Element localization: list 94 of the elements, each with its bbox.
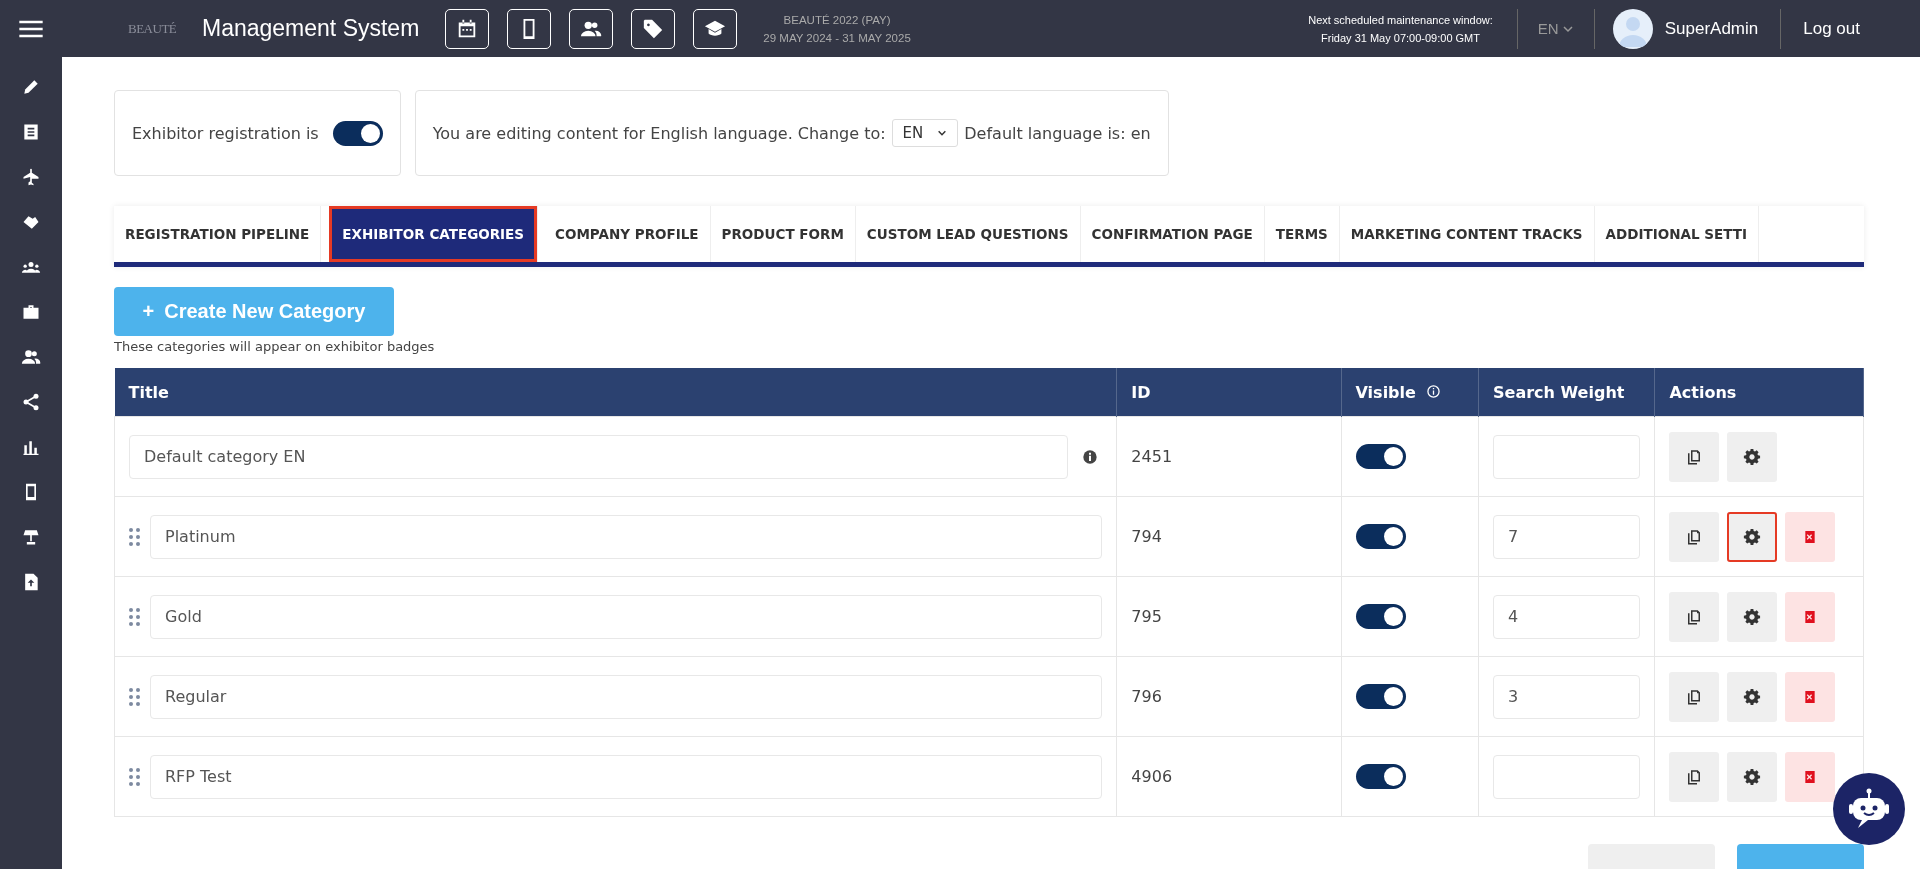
weight-input[interactable]: 7 bbox=[1493, 514, 1641, 559]
table-cell: 4906 bbox=[1116, 736, 1341, 817]
sidebar-item[interactable] bbox=[21, 527, 41, 547]
visible-toggle[interactable] bbox=[1355, 604, 1406, 629]
tab[interactable]: MARKETING CONTENT TRACKS bbox=[1339, 206, 1595, 262]
chevron-icon bbox=[937, 128, 948, 138]
event-name: BEAUTÉ 2022 (PAY) bbox=[782, 12, 892, 28]
language-dropdown[interactable]: EN bbox=[1517, 20, 1594, 37]
visible-toggle[interactable] bbox=[1355, 444, 1406, 469]
weight-input[interactable]: 4 bbox=[1493, 594, 1641, 639]
avatar-icon[interactable] bbox=[1612, 8, 1653, 49]
tab[interactable]: COMPANY PROFILE bbox=[544, 206, 711, 262]
delete-button[interactable] bbox=[1785, 511, 1836, 562]
title-input[interactable]: Gold bbox=[150, 594, 1103, 639]
caption: These categories will appear on exhibitor badges bbox=[114, 339, 436, 354]
users-icon bbox=[21, 347, 41, 367]
tab[interactable]: TERMS bbox=[1264, 206, 1340, 262]
settings-icon bbox=[1743, 687, 1762, 706]
title-input[interactable]: Default category EN bbox=[129, 434, 1069, 479]
sidebar-item[interactable] bbox=[21, 167, 41, 187]
tag-icon bbox=[642, 17, 665, 40]
tab[interactable]: EXHIBITOR CATEGORIES bbox=[329, 206, 539, 262]
visible-toggle[interactable] bbox=[1355, 684, 1406, 709]
tab[interactable]: PRODUCT FORM bbox=[710, 206, 856, 262]
tab[interactable]: REGISTRATION PIPELINE bbox=[114, 206, 322, 262]
visible-toggle[interactable] bbox=[1355, 764, 1406, 789]
briefcase-icon bbox=[21, 302, 41, 322]
settings-icon bbox=[1743, 607, 1762, 626]
event-dates: 29 MAY 2024 - 31 MAY 2025 bbox=[763, 30, 911, 46]
toolbar-button[interactable] bbox=[693, 8, 738, 49]
delete-button[interactable] bbox=[1785, 591, 1836, 642]
toolbar-button[interactable] bbox=[631, 8, 676, 49]
settings-icon bbox=[1743, 527, 1762, 546]
copy-button[interactable] bbox=[1669, 671, 1720, 722]
settings-icon bbox=[1743, 447, 1762, 466]
title-input[interactable]: Platinum bbox=[150, 514, 1103, 559]
table-cell: 796 bbox=[1116, 656, 1341, 737]
share-icon bbox=[21, 392, 41, 412]
title-input[interactable]: Regular bbox=[150, 674, 1103, 719]
user-name[interactable]: SuperAdmin bbox=[1664, 18, 1759, 39]
sidebar-item[interactable] bbox=[21, 122, 41, 142]
delete-button[interactable] bbox=[1785, 671, 1836, 722]
copy-button[interactable] bbox=[1669, 511, 1720, 562]
drag-handle-icon[interactable] bbox=[129, 767, 140, 786]
column-header: ID bbox=[1116, 368, 1341, 417]
toolbar-button[interactable] bbox=[569, 8, 614, 49]
tab[interactable]: CUSTOM LEAD QUESTIONS bbox=[855, 206, 1081, 262]
settings-button[interactable] bbox=[1727, 511, 1778, 562]
sidebar-item[interactable] bbox=[21, 77, 41, 97]
table-cell: 795 bbox=[1116, 576, 1341, 657]
column-header: Title bbox=[114, 368, 1117, 417]
column-header: Visible bbox=[1341, 368, 1479, 417]
title-input[interactable]: RFP Test bbox=[150, 754, 1103, 799]
maintenance-notice: Next scheduled maintenance window: bbox=[1308, 12, 1493, 28]
settings-button[interactable] bbox=[1727, 431, 1778, 482]
column-header: Search Weight bbox=[1478, 368, 1655, 417]
settings-button[interactable] bbox=[1727, 591, 1778, 642]
sidebar-item[interactable] bbox=[21, 347, 41, 367]
copy-button[interactable] bbox=[1669, 431, 1720, 482]
language-prefix: You are editing content for English language. Change to: bbox=[432, 123, 886, 143]
maintenance-time: Friday 31 May 07:00-09:00 GMT bbox=[1320, 30, 1481, 46]
toolbar-button[interactable] bbox=[507, 8, 552, 49]
tab[interactable]: ADDITIONAL SETTI bbox=[1594, 206, 1759, 262]
app-title: Management System bbox=[202, 15, 420, 42]
delete-button[interactable] bbox=[1785, 751, 1836, 802]
pencil-icon bbox=[21, 77, 41, 97]
list-icon bbox=[21, 122, 41, 142]
table-cell: 794 bbox=[1116, 496, 1341, 577]
drag-handle-icon[interactable] bbox=[129, 607, 140, 626]
info-icon bbox=[1427, 384, 1441, 398]
table-cell: 2451 bbox=[1116, 416, 1341, 497]
settings-button[interactable] bbox=[1727, 751, 1778, 802]
logo: BEAUTÉ bbox=[128, 20, 176, 37]
copy-button[interactable] bbox=[1669, 751, 1720, 802]
drag-handle-icon[interactable] bbox=[129, 527, 140, 546]
toolbar-button[interactable] bbox=[445, 8, 490, 49]
tab[interactable]: CONFIRMATION PAGE bbox=[1080, 206, 1265, 262]
sidebar-item[interactable] bbox=[21, 392, 41, 412]
logout-link[interactable]: Log out bbox=[1803, 18, 1860, 39]
language-select[interactable]: EN bbox=[891, 119, 959, 147]
drag-handle-icon[interactable] bbox=[129, 687, 140, 706]
airplane-icon bbox=[21, 167, 41, 187]
settings-button[interactable] bbox=[1727, 671, 1778, 722]
weight-input[interactable]: 3 bbox=[1493, 674, 1641, 719]
copy-button[interactable] bbox=[1669, 591, 1720, 642]
lamp-icon bbox=[21, 527, 41, 547]
info-icon bbox=[1082, 448, 1099, 465]
registration-label: Exhibitor registration is bbox=[132, 123, 319, 143]
settings-icon bbox=[1743, 767, 1762, 786]
default-language: Default language is: en bbox=[964, 123, 1151, 143]
visible-toggle[interactable] bbox=[1355, 524, 1406, 549]
column-header: Actions bbox=[1654, 368, 1864, 417]
registration-toggle[interactable] bbox=[332, 120, 383, 146]
sidebar-item[interactable] bbox=[21, 302, 41, 322]
